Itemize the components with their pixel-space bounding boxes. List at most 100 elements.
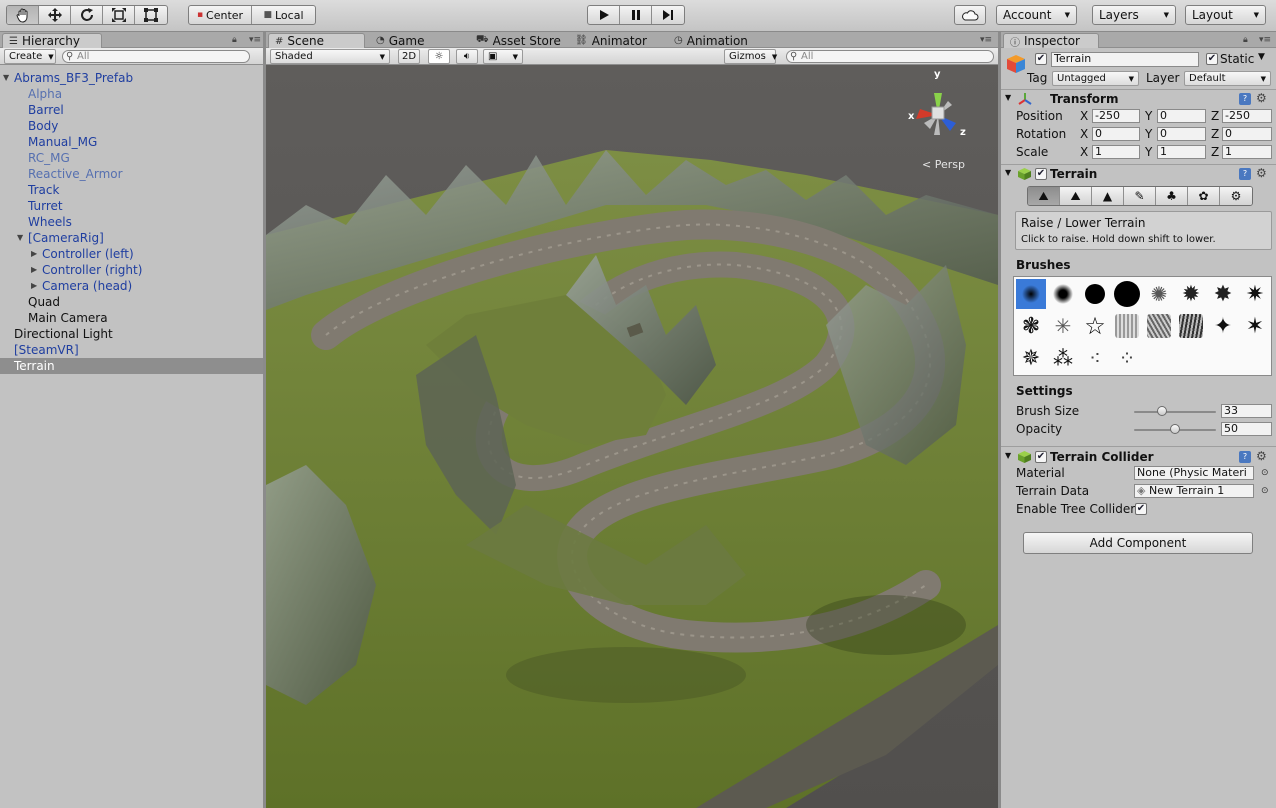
opacity-field[interactable]: 50 [1221,422,1272,436]
active-checkbox[interactable]: ✔ [1035,53,1047,65]
add-component-button[interactable]: Add Component [1023,532,1253,554]
opacity-slider-thumb[interactable] [1170,424,1180,434]
brush-noise-3[interactable] [1176,311,1206,341]
pause-button[interactable] [620,6,652,24]
foldout-arrow-icon[interactable]: ▼ [1005,93,1011,102]
tab-inspector[interactable]: ⓘ Inspector [1003,33,1099,49]
tab-scene[interactable]: # Scene [268,33,365,48]
panel-menu-icon[interactable]: ▾≡ [1259,35,1271,45]
shading-mode-dropdown[interactable]: Shaded [270,49,390,64]
scale-x-field[interactable]: 1 [1092,145,1140,159]
brush-splat-3[interactable]: ✸ [1208,279,1238,309]
layout-dropdown[interactable]: Layout [1185,5,1266,25]
toggle-2d-button[interactable]: 2D [398,49,420,64]
brush-noise-1[interactable] [1112,311,1142,341]
brush-blot-3[interactable]: ✵ [1016,343,1046,373]
tab-animator[interactable]: ⛓ Animator [569,33,655,48]
hierarchy-item-turret[interactable]: Turret [0,198,263,214]
layer-dropdown[interactable]: Default [1184,71,1271,86]
brush-blot-2[interactable]: ✶ [1240,311,1270,341]
position-x-field[interactable]: -250 [1092,109,1140,123]
hierarchy-item-steamvr[interactable]: [SteamVR] [0,342,263,358]
gear-icon[interactable]: ⚙ [1256,166,1267,180]
projection-toggle[interactable]: < Persp [922,158,965,171]
brush-dots-2[interactable]: ⁖ [1080,343,1110,373]
lighting-toggle-button[interactable]: ☼ [428,49,450,64]
foldout-arrow-icon[interactable]: ▼ [1005,168,1011,177]
paint-details-tool-button[interactable]: ✿ [1188,187,1220,205]
hierarchy-item-rc-mg[interactable]: RC_MG [0,150,263,166]
tree-collider-checkbox[interactable]: ✔ [1135,503,1147,515]
gizmos-dropdown[interactable]: Gizmos [724,49,776,64]
tab-asset-store[interactable]: ⛟ Asset Store [470,33,569,48]
foldout-arrow-icon[interactable]: ▼ [1005,451,1011,460]
scene-viewport[interactable]: y x z < Persp [266,65,998,808]
material-field[interactable]: None (Physic Materi [1134,466,1254,480]
paint-height-tool-button[interactable]: ⛰ [1060,187,1092,205]
position-y-field[interactable]: 0 [1157,109,1206,123]
position-z-field[interactable]: -250 [1222,109,1272,123]
lock-icon[interactable]: 🔒︎ [232,35,237,45]
terrain-data-field[interactable]: ◈ New Terrain 1 [1134,484,1254,498]
object-name-field[interactable]: Terrain [1051,52,1199,67]
static-checkbox[interactable]: ✔ [1206,53,1218,65]
hierarchy-item-body[interactable]: Body [0,118,263,134]
brush-blot-1[interactable]: ✦ [1208,311,1238,341]
object-picker-icon[interactable]: ⊙ [1261,468,1269,478]
paint-texture-tool-button[interactable]: ✎ [1124,187,1156,205]
hierarchy-item-track[interactable]: Track [0,182,263,198]
hierarchy-item-abrams[interactable]: ▼ Abrams_BF3_Prefab [0,70,263,86]
object-picker-icon[interactable]: ⊙ [1261,486,1269,496]
hierarchy-item-main-camera[interactable]: Main Camera [0,310,263,326]
brush-sparkle[interactable]: ✳ [1048,311,1078,341]
static-dropdown-icon[interactable]: ▼ [1258,52,1265,62]
brush-size-field[interactable]: 33 [1221,404,1272,418]
brush-noise-2[interactable] [1144,311,1174,341]
brush-soft-small[interactable] [1016,279,1046,309]
brush-soft-medium[interactable] [1048,279,1078,309]
hierarchy-item-camera-head[interactable]: ▶ Camera (head) [0,278,263,294]
hand-tool-button[interactable] [7,6,39,24]
rotate-tool-button[interactable] [71,6,103,24]
hierarchy-search-input[interactable]: All [62,50,250,63]
scale-z-field[interactable]: 1 [1222,145,1272,159]
raise-lower-tool-button[interactable]: ⛰ [1028,187,1060,205]
scale-tool-button[interactable] [103,6,135,24]
hierarchy-item-controller-right[interactable]: ▶ Controller (right) [0,262,263,278]
place-trees-tool-button[interactable]: ♣ [1156,187,1188,205]
hierarchy-item-wheels[interactable]: Wheels [0,214,263,230]
collapse-arrow-icon[interactable]: ▶ [31,278,37,294]
terrain-enabled-checkbox[interactable]: ✔ [1035,168,1047,180]
orientation-gizmo[interactable]: y x z [898,69,978,155]
layers-dropdown[interactable]: Layers [1092,5,1176,25]
brush-hard-medium[interactable] [1080,279,1110,309]
brush-size-slider-thumb[interactable] [1157,406,1167,416]
tab-animation[interactable]: ◷ Animation [668,33,756,48]
cloud-button[interactable] [954,5,986,25]
brush-hard-large[interactable] [1112,279,1142,309]
create-dropdown[interactable]: Create [4,49,56,64]
rotation-x-field[interactable]: 0 [1092,127,1140,141]
play-button[interactable] [588,6,620,24]
effects-dropdown[interactable]: ▣ [483,49,523,64]
collapse-arrow-icon[interactable]: ▶ [31,246,37,262]
scene-search-input[interactable]: All [786,50,994,63]
hierarchy-item-terrain[interactable]: Terrain [0,358,263,374]
collapse-arrow-icon[interactable]: ▶ [31,262,37,278]
expand-arrow-icon[interactable]: ▼ [3,70,9,86]
rotation-z-field[interactable]: 0 [1222,127,1272,141]
pivot-mode-button[interactable]: ▪ Center [189,6,253,24]
hierarchy-item-reactive-armor[interactable]: Reactive_Armor [0,166,263,182]
tag-dropdown[interactable]: Untagged [1052,71,1139,86]
expand-arrow-icon[interactable]: ▼ [17,230,23,246]
panel-menu-icon[interactable]: ▾≡ [980,35,992,45]
scale-y-field[interactable]: 1 [1157,145,1206,159]
brush-splat-2[interactable]: ✹ [1176,279,1206,309]
gear-icon[interactable]: ⚙ [1256,91,1267,105]
audio-toggle-button[interactable]: 🔉︎ [456,49,478,64]
hierarchy-item-barrel[interactable]: Barrel [0,102,263,118]
panel-menu-icon[interactable]: ▾≡ [249,35,261,45]
step-button[interactable] [652,6,684,24]
gear-icon[interactable]: ⚙ [1256,449,1267,463]
smooth-height-tool-button[interactable]: ▲ [1092,187,1124,205]
